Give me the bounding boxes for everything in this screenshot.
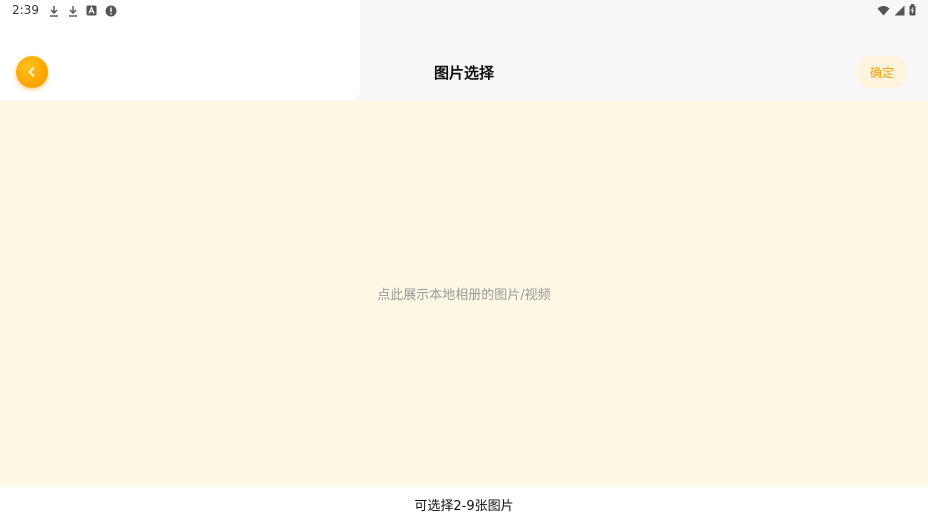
- gallery-hint: 点此展示本地相册的图片/视频: [377, 288, 551, 303]
- wifi-icon: [877, 5, 890, 16]
- footer-bar: 可选择2-9张图片: [0, 486, 928, 522]
- status-notification-icons: [47, 4, 117, 17]
- battery-icon: [909, 4, 916, 16]
- status-time: 2:39: [12, 3, 39, 17]
- app-store-icon: [85, 4, 98, 17]
- confirm-button[interactable]: 确定: [856, 56, 908, 88]
- page-title: 图片选择: [433, 64, 494, 82]
- download-icon: [47, 4, 60, 17]
- download-icon: [66, 4, 79, 17]
- cell-signal-icon: [894, 5, 905, 16]
- gallery-area[interactable]: 点此展示本地相册的图片/视频: [0, 101, 928, 486]
- image-picker-screen: 2:39 图片选择 确定 点此展示本地相册的图片/视频 可选择2-9张图片: [0, 0, 928, 522]
- selection-limit-hint: 可选择2-9张图片: [414, 498, 514, 514]
- status-bar: 2:39: [0, 0, 928, 22]
- status-system-icons: [877, 4, 916, 16]
- alert-icon: [104, 4, 117, 17]
- header-bar: 图片选择 确定: [0, 44, 928, 100]
